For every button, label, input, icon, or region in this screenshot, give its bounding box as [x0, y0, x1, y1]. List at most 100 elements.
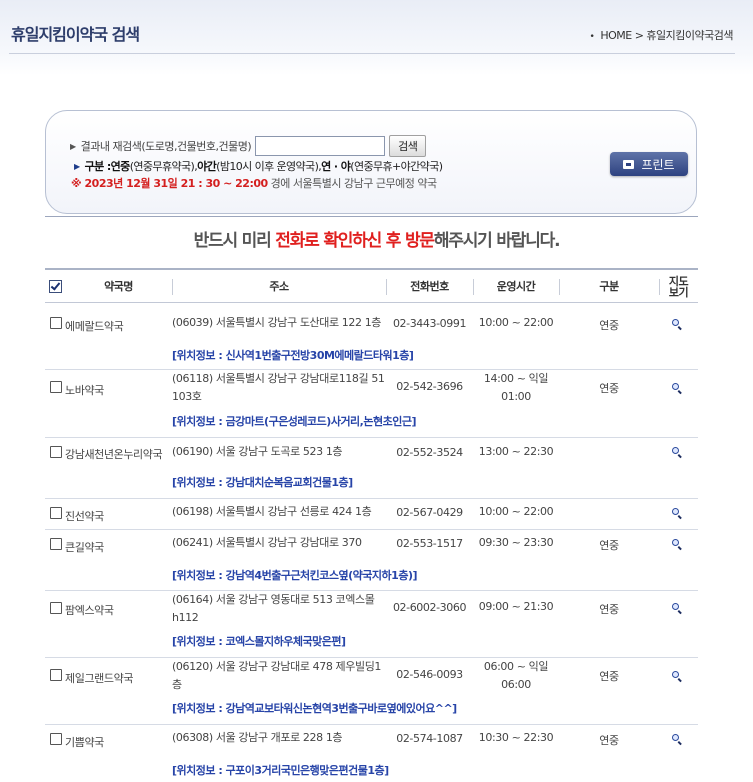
pharmacy-type: 연중 — [599, 382, 619, 395]
row-checkbox[interactable] — [50, 602, 62, 614]
pharmacy-tel: 02-574-1087 — [396, 732, 463, 745]
pharmacy-hours: 10:00 ~ 22:00 — [478, 505, 554, 518]
map-view-button[interactable] — [672, 508, 684, 520]
table-row: 진선약국 (06198) 서울특별시 강남구 선릉로 424 1층 02-567… — [45, 499, 698, 530]
legend-yeonya-desc: (연중무휴+야간약국) — [350, 160, 443, 173]
research-row: ▶ 결과내 재검색(도로명,건물번호,건물명) 검색 — [70, 135, 427, 157]
pharmacy-hours: 06:00 ~ 익일 06:00 — [483, 660, 549, 691]
notice-message: 반드시 미리 전화로 확인하신 후 방문해주시기 바랍니다. — [0, 226, 753, 251]
notice-highlight: 전화로 확인하신 후 방문 — [275, 231, 435, 251]
header-hours: 운영시간 — [496, 280, 536, 293]
research-label: 결과내 재검색(도로명,건물번호,건물명) — [80, 140, 252, 153]
pharmacy-tel: 02-552-3524 — [396, 446, 463, 459]
pharmacy-address: (06120) 서울 강남구 강남대로 478 제우빌딩1층 — [172, 660, 382, 691]
map-view-button[interactable] — [672, 447, 684, 459]
pharmacy-type: 연중 — [599, 603, 619, 616]
legend-kind-label: 구분 : — [84, 160, 112, 173]
pharmacy-tel: 02-553-1517 — [396, 537, 463, 550]
location-info: [위치정보 : 코엑스몰지하우체국맞은편] — [172, 635, 346, 648]
section-divider — [45, 216, 698, 217]
pharmacy-name: 강남새천년온누리약국 — [65, 448, 163, 461]
pharmacy-tel: 02-567-0429 — [396, 506, 463, 519]
location-info: [위치정보 : 강남역교보타워신논현역3번출구바로옆에있어요^^] — [172, 702, 457, 715]
legend-yeonya: 연 · 야 — [321, 160, 351, 173]
pharmacy-tel: 02-542-3696 — [396, 380, 463, 393]
row-checkbox[interactable] — [50, 507, 62, 519]
magnifier-icon — [672, 539, 679, 546]
pharmacy-address: (06190) 서울 강남구 도곡로 523 1층 — [172, 445, 343, 458]
table-row: 큰길약국 (06241) 서울특별시 강남구 강남대로 370 02-553-1… — [45, 530, 698, 591]
map-view-button[interactable] — [672, 383, 684, 395]
search-button[interactable]: 검색 — [389, 135, 427, 157]
pharmacy-hours: 09:30 ~ 23:30 — [478, 536, 554, 549]
location-info: [위치정보 : 강남대치순복음교회건물1층] — [172, 476, 353, 489]
breadcrumb-separator: > — [634, 29, 644, 42]
pharmacy-type: 연중 — [599, 539, 619, 552]
date-line-rest: 경에 서울특별시 강남구 근무예정 약국 — [267, 177, 437, 190]
table-row: 기쁨약국 (06308) 서울 강남구 개포로 228 1층 02-574-10… — [45, 725, 698, 782]
pharmacy-tel: 02-546-0093 — [396, 668, 463, 681]
pharmacy-name: 기쁨약국 — [65, 736, 104, 749]
row-checkbox[interactable] — [50, 317, 62, 329]
header-divider — [9, 53, 735, 54]
header-address: 주소 — [269, 280, 289, 293]
row-checkbox[interactable] — [50, 446, 62, 458]
print-button[interactable]: 프린트 — [610, 152, 688, 176]
legend-yagan-desc: (밤10시 이후 운영약국), — [216, 160, 322, 173]
pharmacy-type: 연중 — [599, 734, 619, 747]
select-all-checkbox[interactable] — [49, 280, 62, 293]
map-view-button[interactable] — [672, 734, 684, 746]
table-row: 팜엑스약국 (06164) 서울 강남구 영동대로 513 코엑스몰 h112 … — [45, 591, 698, 658]
print-label: 프린트 — [641, 157, 675, 172]
row-checkbox[interactable] — [50, 669, 62, 681]
magnifier-icon — [672, 508, 679, 515]
notice-post: 해주시기 바랍니다. — [433, 231, 561, 251]
row-checkbox[interactable] — [50, 381, 62, 393]
pharmacy-address: (06198) 서울특별시 강남구 선릉로 424 1층 — [172, 505, 372, 518]
page-title: 휴일지킴이약국 검색 — [11, 25, 140, 44]
search-input[interactable] — [255, 136, 386, 156]
legend-yeonjung: 연중 — [110, 160, 131, 173]
location-info: [위치정보 : 강남역4번출구근처킨코스옆(약국지하1층)] — [172, 569, 418, 582]
header-type: 구분 — [599, 280, 619, 293]
magnifier-icon — [672, 383, 679, 390]
pharmacy-address: (06241) 서울특별시 강남구 강남대로 370 — [172, 536, 362, 549]
table-row: 에메랄드약국 (06039) 서울특별시 강남구 도산대로 122 1층 02-… — [45, 304, 698, 370]
map-view-button[interactable] — [672, 539, 684, 551]
header-tel: 전화번호 — [410, 280, 449, 293]
row-checkbox[interactable] — [50, 538, 62, 550]
printer-icon — [623, 159, 635, 169]
magnifier-icon — [672, 447, 679, 454]
pharmacy-tel: 02-3443-0991 — [392, 317, 467, 330]
header-map-line1: 지도 — [668, 274, 689, 288]
pharmacy-tel: 02-6002-3060 — [392, 601, 467, 614]
pharmacy-address: (06164) 서울 강남구 영동대로 513 코엑스몰 h112 — [172, 593, 375, 624]
pharmacy-address: (06308) 서울 강남구 개포로 228 1층 — [172, 731, 343, 744]
map-view-button[interactable] — [672, 671, 684, 683]
breadcrumb-current: 휴일지킴이약국검색 — [646, 29, 733, 42]
page-header: 휴일지킴이약국 검색 • HOME > 휴일지킴이약국검색 — [0, 0, 753, 75]
type-legend: ▶ 구분 : 연중 (연중무휴약국), 야간 (밤10시 이후 운영약국), 연… — [74, 158, 443, 174]
date-line-highlight: ※ 2023년 12월 31일 21 : 30 ~ 22:00 — [71, 177, 268, 190]
row-checkbox[interactable] — [50, 733, 62, 745]
pharmacy-name: 진선약국 — [65, 510, 104, 523]
pharmacy-type: 연중 — [599, 319, 619, 332]
pharmacy-name: 큰길약국 — [65, 541, 104, 554]
pharmacy-name: 노바약국 — [65, 384, 104, 397]
pharmacy-address: (06118) 서울특별시 강남구 강남대로118길 51 103호 — [172, 372, 385, 403]
pharmacy-hours: 13:00 ~ 22:30 — [478, 445, 554, 458]
header-map: 지도 보기 — [659, 270, 698, 303]
map-view-button[interactable] — [672, 603, 684, 615]
pharmacy-name: 팜엑스약국 — [65, 604, 114, 617]
map-view-button[interactable] — [672, 319, 684, 331]
pharmacy-type: 연중 — [599, 670, 619, 683]
magnifier-icon — [672, 603, 679, 610]
header-name: 약국명 — [104, 280, 133, 293]
pharmacy-name: 제일그랜드약국 — [65, 672, 134, 685]
magnifier-icon — [672, 319, 679, 326]
location-info: [위치정보 : 신사역1번출구전방30M에메랄드타워1층] — [172, 349, 414, 362]
table-row: 강남새천년온누리약국 (06190) 서울 강남구 도곡로 523 1층 02-… — [45, 438, 698, 499]
table-row: 제일그랜드약국 (06120) 서울 강남구 강남대로 478 제우빌딩1층 0… — [45, 658, 698, 725]
magnifier-icon — [672, 671, 679, 678]
breadcrumb-home[interactable]: HOME — [600, 29, 632, 42]
